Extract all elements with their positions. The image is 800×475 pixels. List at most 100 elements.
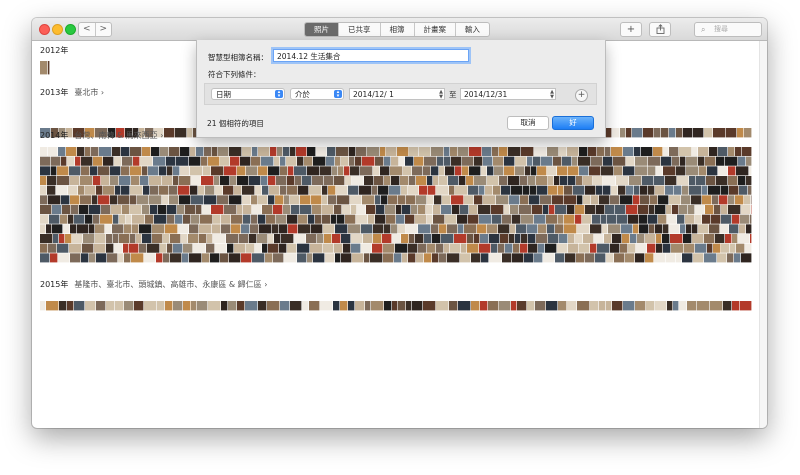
photo-thumbnail[interactable] [492,214,502,224]
photo-thumbnail[interactable] [348,224,361,234]
photo-thumbnail[interactable] [40,147,48,157]
photo-thumbnail[interactable] [663,224,669,234]
photo-thumbnail[interactable] [220,176,230,186]
photo-thumbnail[interactable] [612,301,623,311]
photo-thumbnail[interactable] [266,214,276,224]
section-header-2012[interactable]: 2012年 [40,45,68,56]
photo-thumbnail[interactable] [527,224,538,234]
photo-thumbnail[interactable] [554,176,560,186]
search-field[interactable]: ⌕ 搜尋 [694,22,762,37]
photo-thumbnail[interactable] [679,301,687,311]
photo-thumbnail[interactable] [635,166,648,176]
photo-thumbnail[interactable] [695,205,705,215]
photo-thumbnail[interactable] [190,166,203,176]
photo-thumbnail[interactable] [396,214,405,224]
photo-thumbnail[interactable] [634,147,641,157]
photo-thumbnail[interactable] [689,176,696,186]
photo-thumbnail[interactable] [732,234,738,244]
photo-thumbnail[interactable] [474,195,483,205]
photo-thumbnail[interactable] [577,301,590,311]
photo-thumbnail[interactable] [646,301,655,311]
photo-thumbnail[interactable] [215,243,227,253]
photo-thumbnail[interactable] [665,185,674,195]
photo-thumbnail[interactable] [270,147,277,157]
photo-thumbnail[interactable] [58,147,66,157]
photo-thumbnail[interactable] [85,301,96,311]
photo-thumbnail[interactable] [313,156,326,166]
photo-thumbnail[interactable] [696,176,706,186]
photo-thumbnail[interactable] [715,234,725,244]
photo-thumbnail[interactable] [740,301,752,311]
photo-thumbnail[interactable] [432,234,441,244]
photo-thumbnail[interactable] [106,234,113,244]
photo-thumbnail[interactable] [439,176,448,186]
photo-thumbnail[interactable] [283,205,291,215]
photo-thumbnail[interactable] [315,214,322,224]
photo-thumbnail[interactable] [144,253,156,263]
photo-thumbnail[interactable] [341,156,349,166]
photo-thumbnail[interactable] [632,128,643,138]
photo-thumbnail[interactable] [523,185,530,195]
photo-thumbnail[interactable] [427,195,434,205]
photo-thumbnail[interactable] [61,195,70,205]
photo-thumbnail[interactable] [408,243,418,253]
photo-thumbnail[interactable] [286,156,297,166]
photo-thumbnail[interactable] [487,166,494,176]
photo-thumbnail[interactable] [112,224,124,234]
photo-thumbnail[interactable] [364,253,370,263]
photo-thumbnail[interactable] [221,301,228,311]
photo-thumbnail[interactable] [620,195,633,205]
photo-thumbnail[interactable] [432,253,439,263]
photo-thumbnail[interactable] [130,195,137,205]
photo-thumbnail[interactable] [81,156,93,166]
photo-thumbnail[interactable] [585,205,596,215]
ok-button[interactable]: 好 [552,116,594,130]
photo-thumbnail[interactable] [448,176,459,186]
photo-thumbnail[interactable] [259,224,272,234]
photo-thumbnail[interactable] [237,301,245,311]
photo-thumbnail[interactable] [654,253,666,263]
photo-thumbnail[interactable] [67,156,75,166]
photo-thumbnail[interactable] [371,301,384,311]
photo-thumbnail[interactable] [152,224,165,234]
photo-thumbnail[interactable] [735,147,742,157]
photo-thumbnail[interactable] [402,253,408,263]
photo-thumbnail[interactable] [433,205,441,215]
photo-thumbnail[interactable] [101,205,111,215]
photo-thumbnail[interactable] [57,176,70,186]
photo-thumbnail[interactable] [130,166,142,176]
photo-thumbnail[interactable] [355,156,362,166]
photo-thumbnail[interactable] [521,147,534,157]
photo-thumbnail[interactable] [288,224,298,234]
photo-thumbnail[interactable] [450,147,458,157]
photo-thumbnail[interactable] [612,234,622,244]
photo-thumbnail[interactable] [626,128,632,138]
photo-thumbnail[interactable] [603,176,616,186]
photo-thumbnail[interactable] [160,243,167,253]
photo-thumbnail[interactable] [252,253,265,263]
photo-thumbnail[interactable] [399,156,405,166]
photo-thumbnail[interactable] [481,253,489,263]
photo-thumbnail[interactable] [493,156,504,166]
photo-thumbnail[interactable] [334,176,345,186]
photo-thumbnail[interactable] [746,224,752,234]
photo-thumbnail[interactable] [555,205,567,215]
cancel-button[interactable]: 取消 [507,116,549,130]
photo-thumbnail[interactable] [145,214,154,224]
photo-thumbnail[interactable] [75,156,81,166]
photo-thumbnail[interactable] [255,243,262,253]
photo-thumbnail[interactable] [716,176,728,186]
photo-thumbnail[interactable] [70,195,80,205]
photo-thumbnail[interactable] [528,234,536,244]
photo-thumbnail[interactable] [449,185,455,195]
photo-thumbnail[interactable] [638,205,649,215]
photo-thumbnail[interactable] [676,128,683,138]
photo-thumbnail[interactable] [131,253,144,263]
photo-thumbnail[interactable] [656,234,662,244]
photo-thumbnail[interactable] [163,253,170,263]
photo-thumbnail[interactable] [520,243,528,253]
photo-thumbnail[interactable] [466,176,474,186]
photo-thumbnail[interactable] [150,205,158,215]
photo-thumbnail[interactable] [101,176,110,186]
photo-thumbnail[interactable] [501,185,511,195]
